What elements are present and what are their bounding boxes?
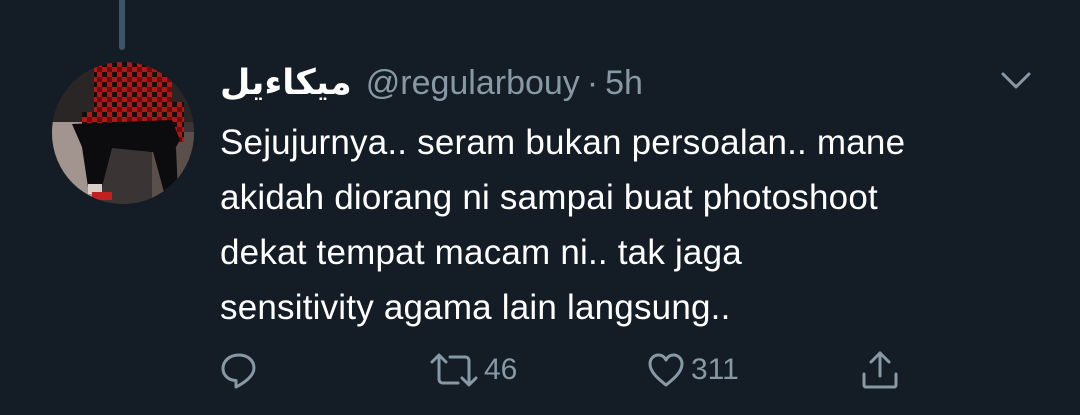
tweet-text-line: sensitivity agama lain langsung.. (220, 288, 731, 327)
reply-icon (218, 349, 260, 391)
heart-icon (645, 349, 687, 391)
user-handle[interactable]: @regularbouy (366, 64, 580, 103)
display-name[interactable]: ميكاءيل (220, 63, 352, 103)
tweet-header: ميكاءيل @regularbouy · 5h (220, 58, 643, 108)
share-button[interactable] (858, 345, 902, 395)
like-button[interactable]: 311 (645, 345, 739, 395)
like-count: 311 (691, 353, 739, 386)
retweet-button[interactable]: 46 (428, 345, 517, 395)
timestamp[interactable]: 5h (605, 64, 643, 103)
separator-dot: · (586, 63, 599, 102)
share-icon (858, 348, 902, 392)
retweet-count: 46 (484, 353, 518, 386)
avatar[interactable] (52, 62, 194, 204)
tweet-text-line: akidah diorang ni sampai buat photoshoot (220, 178, 878, 217)
reply-button[interactable] (218, 345, 260, 395)
tweet-text: Sejujurnya.. seram bukan persoalan.. man… (220, 115, 1050, 335)
retweet-icon (428, 349, 480, 391)
thread-connector-line (119, 0, 125, 50)
tweet-text-line: Sejujurnya.. seram bukan persoalan.. man… (220, 123, 906, 162)
chevron-down-icon[interactable] (998, 66, 1034, 94)
avatar-photo (52, 62, 194, 204)
tweet-actions: 46 311 (0, 345, 1080, 395)
tweet-text-line: dekat tempat macam ni.. tak jaga (220, 233, 742, 272)
